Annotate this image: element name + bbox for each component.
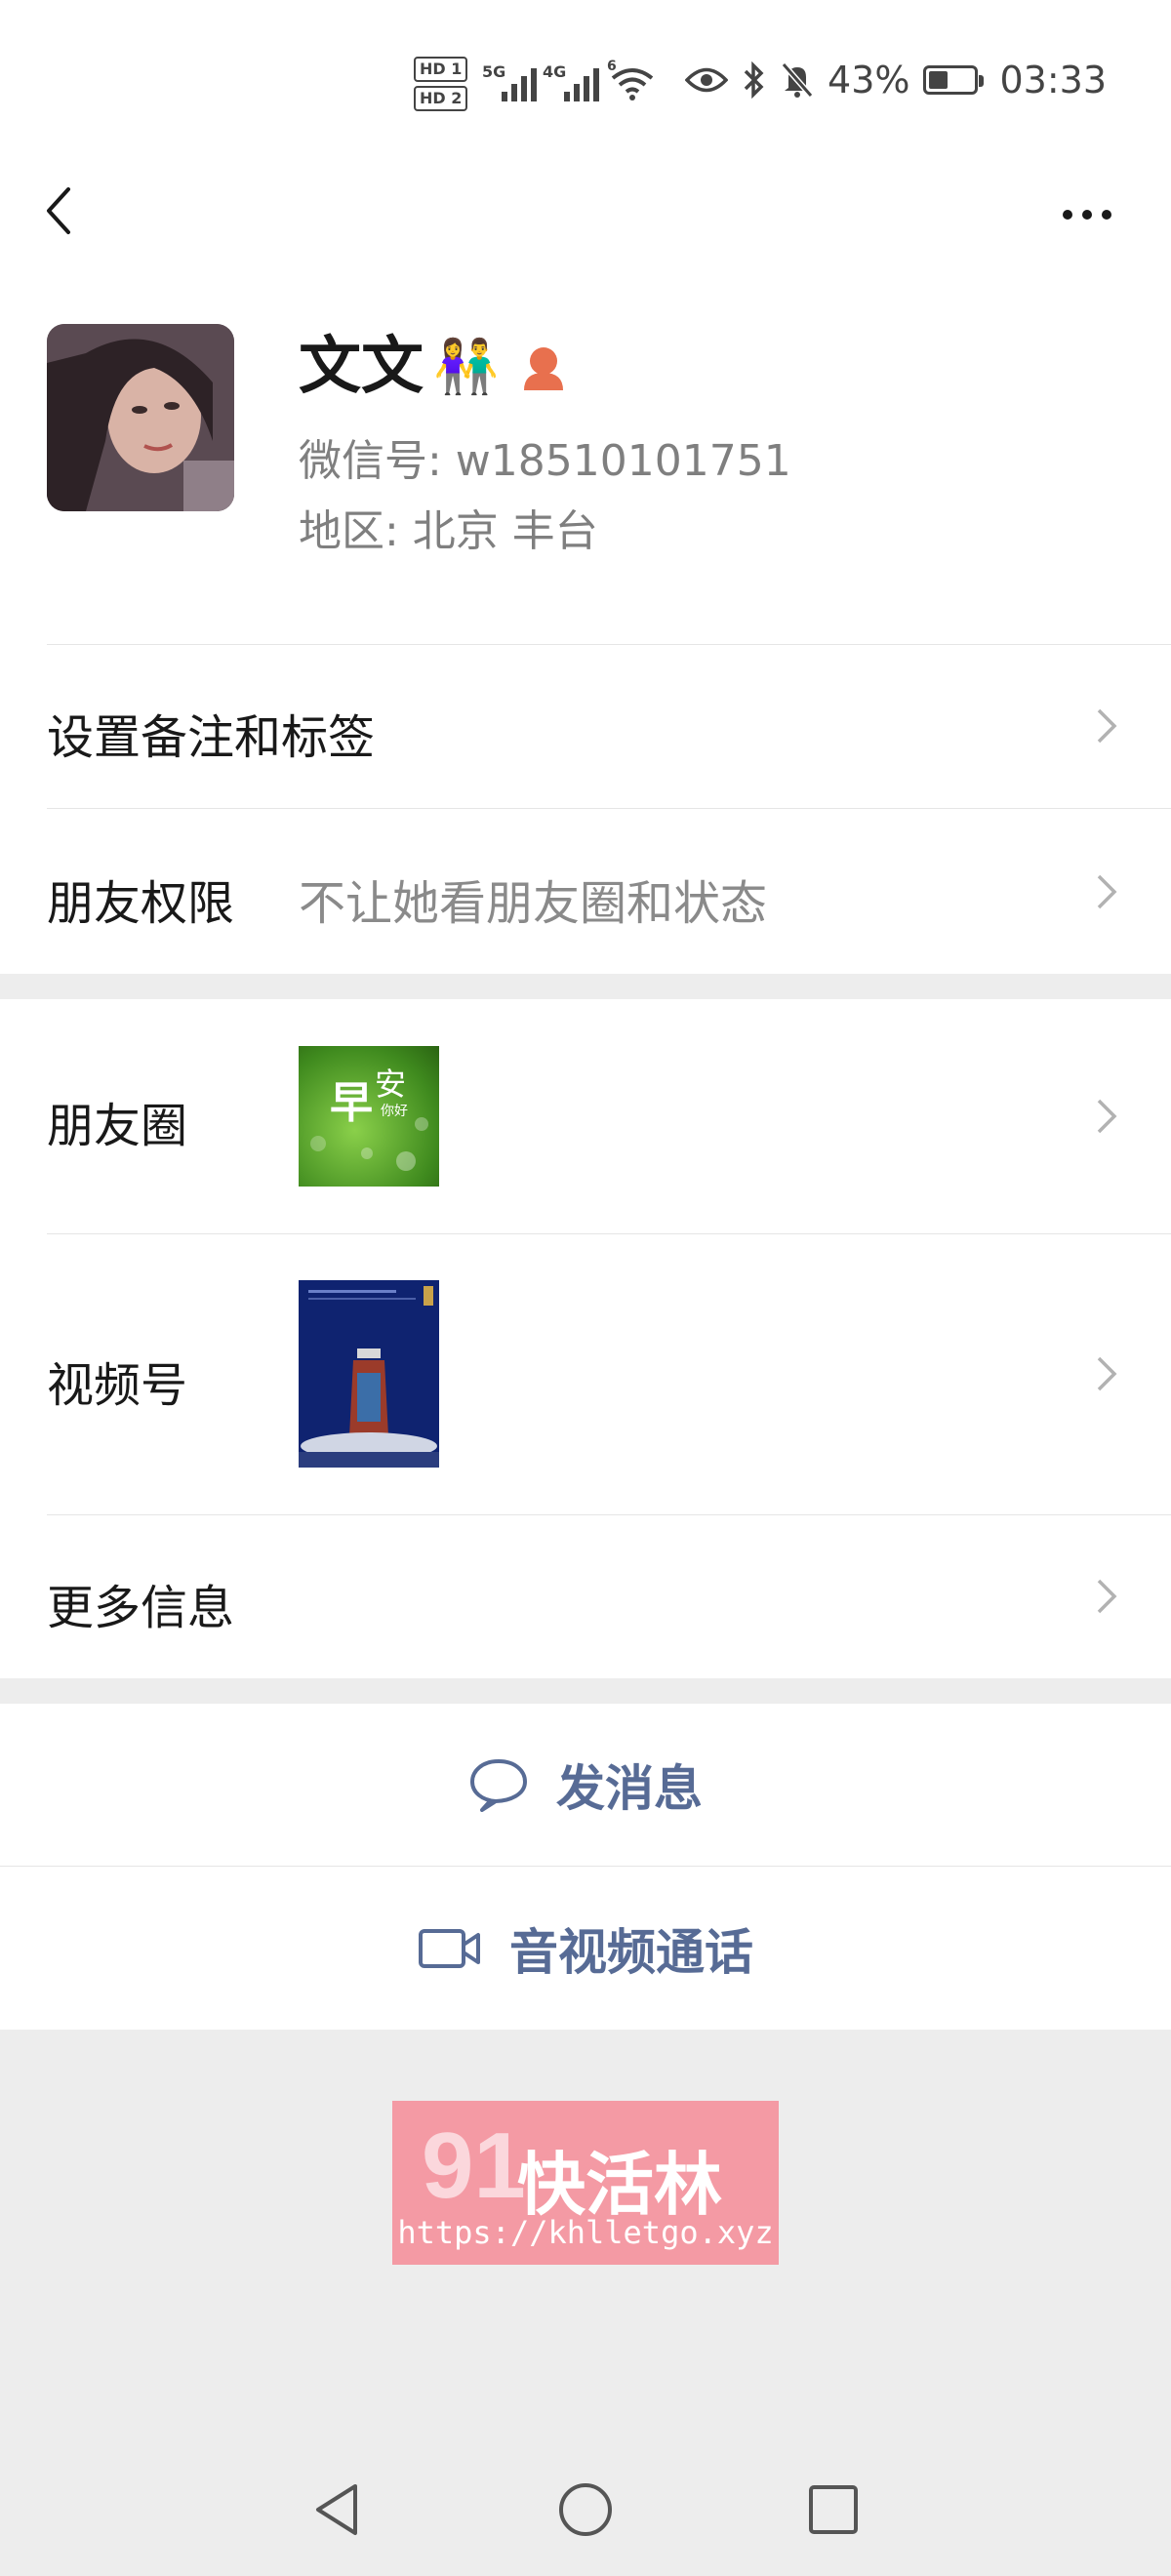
more-info-label: 更多信息 bbox=[47, 1581, 235, 1635]
moments-thumbnail[interactable]: 早 安 你好 bbox=[299, 1046, 439, 1187]
chevron-right-icon bbox=[1097, 1356, 1117, 1391]
channels-thumbnail[interactable] bbox=[299, 1280, 439, 1468]
wechat-id: 微信号: w18510101751 bbox=[299, 436, 791, 486]
moments-row[interactable]: 朋友圈 早 安 你好 bbox=[0, 999, 1171, 1233]
channels-row[interactable]: 视频号 bbox=[0, 1233, 1171, 1514]
send-message-label: 发消息 bbox=[556, 1760, 703, 1817]
nav-bar bbox=[0, 156, 1171, 263]
more-info-row[interactable]: 更多信息 bbox=[0, 1514, 1171, 1678]
chevron-right-icon bbox=[1097, 874, 1117, 909]
av-call-button[interactable]: 音视频通话 bbox=[0, 1866, 1171, 2030]
water-drops bbox=[310, 1117, 428, 1171]
moments-label: 朋友圈 bbox=[47, 1099, 188, 1153]
wifi-gen-label: 6 bbox=[607, 59, 617, 74]
avatar-photo bbox=[47, 324, 234, 511]
signal-2-icon bbox=[564, 62, 599, 101]
chevron-right-icon bbox=[1097, 1099, 1117, 1134]
remark-row[interactable]: 设置备注和标签 bbox=[0, 644, 1171, 808]
nav-recents-icon[interactable] bbox=[804, 2480, 863, 2539]
status-bar: HD 1 HD 2 5G 4G 6 43% 03:33 bbox=[0, 0, 1171, 156]
net2-label: 4G bbox=[543, 62, 567, 81]
battery-icon bbox=[923, 65, 985, 95]
bluetooth-icon bbox=[744, 61, 764, 99]
back-icon[interactable] bbox=[39, 181, 88, 240]
sim2-badge: HD 2 bbox=[414, 86, 468, 111]
chevron-right-icon bbox=[1097, 1579, 1117, 1614]
clock: 03:33 bbox=[999, 59, 1107, 101]
watermark-number: 91 bbox=[422, 2113, 526, 2218]
couple-emoji: 👫 bbox=[433, 336, 500, 397]
profile-header: 文文 👫 微信号: w18510101751 地区: 北京 丰台 bbox=[0, 263, 1171, 644]
chat-bubble-icon bbox=[470, 1759, 527, 1812]
avatar[interactable] bbox=[47, 324, 234, 511]
channels-thumb-image bbox=[299, 1280, 439, 1468]
gender-female-icon bbox=[524, 347, 564, 390]
watermark-banner: 91 快活林 https://khlletgo.xyz bbox=[392, 2101, 779, 2265]
video-camera-icon bbox=[419, 1928, 480, 1968]
contact-name-text: 文文 bbox=[299, 331, 424, 403]
watermark-url: https://khlletgo.xyz bbox=[397, 2214, 774, 2251]
sim1-badge: HD 1 bbox=[414, 57, 468, 82]
contact-name: 文文 👫 bbox=[299, 328, 569, 406]
channels-label: 视频号 bbox=[47, 1358, 188, 1413]
permission-value: 不让她看朋友圈和状态 bbox=[299, 876, 768, 931]
remark-label: 设置备注和标签 bbox=[47, 710, 376, 765]
av-call-label: 音视频通话 bbox=[509, 1923, 753, 1981]
permission-label: 朋友权限 bbox=[47, 876, 235, 931]
permission-row[interactable]: 朋友权限 不让她看朋友圈和状态 bbox=[0, 808, 1171, 974]
eye-icon bbox=[685, 67, 729, 93]
battery-percent: 43% bbox=[828, 59, 910, 101]
more-icon[interactable] bbox=[1058, 195, 1116, 234]
mute-bell-icon bbox=[781, 62, 814, 98]
signal-1-icon bbox=[502, 62, 537, 101]
system-nav-bar bbox=[0, 2459, 1171, 2576]
status-right: 43% 03:33 bbox=[685, 59, 1107, 101]
chevron-right-icon bbox=[1097, 708, 1117, 744]
nav-home-icon[interactable] bbox=[556, 2480, 615, 2539]
send-message-button[interactable]: 发消息 bbox=[0, 1704, 1171, 1866]
sim-indicator: HD 1 HD 2 bbox=[414, 57, 468, 115]
region: 地区: 北京 丰台 bbox=[299, 506, 598, 556]
nav-back-icon[interactable] bbox=[308, 2480, 367, 2539]
